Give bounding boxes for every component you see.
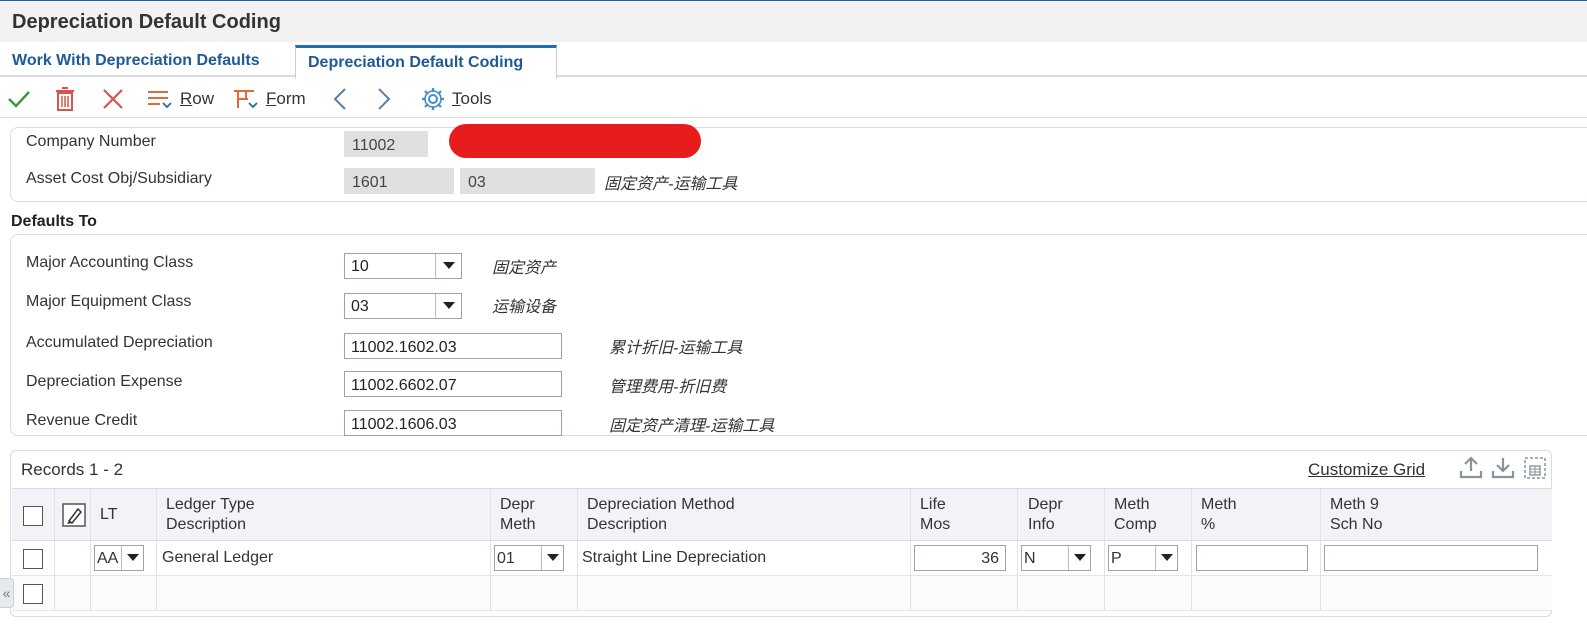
title-bar: Depreciation Default Coding xyxy=(0,0,1587,42)
form-menu-label: Form xyxy=(266,89,306,108)
checkmark-icon xyxy=(8,91,30,108)
dropdown-arrow-icon xyxy=(435,294,461,318)
lt-value: AA xyxy=(97,550,119,567)
depr-meth-dropdown[interactable]: 01 xyxy=(494,545,564,571)
defaults-to-heading: Defaults To xyxy=(11,213,97,230)
ledger-grid: LT Ledger Type Description Depr Meth Depre… xyxy=(12,488,1552,616)
asset-cost-label: Asset Cost Obj/Subsidiary xyxy=(26,170,212,187)
previous-button[interactable] xyxy=(330,85,350,113)
gear-icon xyxy=(422,88,444,110)
major-accounting-class-label: Major Accounting Class xyxy=(26,254,194,271)
records-count: Records 1 - 2 xyxy=(21,460,124,479)
major-equipment-class-label: Major Equipment Class xyxy=(26,293,192,310)
depreciation-method-description: Straight Line Depreciation xyxy=(582,549,767,566)
depreciation-expense-label: Depreciation Expense xyxy=(26,373,183,390)
dropdown-arrow-icon xyxy=(1155,546,1177,570)
major-equipment-class-description: 运输设备 xyxy=(492,299,557,316)
company-number-field: 11002 xyxy=(344,131,428,157)
grid-expand-icon xyxy=(1524,457,1546,479)
major-accounting-class-description: 固定资产 xyxy=(492,260,557,277)
depreciation-expense-description: 管理费用-折旧费 xyxy=(609,379,727,396)
accumulated-depreciation-description: 累计折旧-运输工具 xyxy=(609,340,743,357)
tools-menu-label: Tools xyxy=(452,89,492,108)
row-menu-icon xyxy=(148,91,172,109)
meth-comp-value: P xyxy=(1111,550,1122,567)
grid-view-button[interactable] xyxy=(1522,455,1548,486)
col-header-ledger-type-desc[interactable]: Ledger Type Description xyxy=(166,495,255,535)
double-chevron-left-icon: « xyxy=(2,585,11,601)
page-title: Depreciation Default Coding xyxy=(12,11,281,33)
col-header-life-mos[interactable]: Life Mos xyxy=(920,495,950,535)
grid-header-row: LT Ledger Type Description Depr Meth Depre… xyxy=(12,488,1552,541)
meth-comp-dropdown[interactable]: P xyxy=(1108,545,1178,571)
col-header-meth-pct[interactable]: Meth% xyxy=(1201,495,1237,535)
table-row[interactable]: AA General Ledger 01 Straight Line Depre… xyxy=(12,541,1552,576)
col-header-depr-meth[interactable]: Depr Meth xyxy=(500,495,536,535)
defaults-panel xyxy=(10,234,1587,436)
col-header-meth9-sch-no[interactable]: Meth 9 Sch No xyxy=(1330,495,1382,535)
lt-dropdown[interactable]: AA xyxy=(94,545,144,571)
accumulated-depreciation-input[interactable]: 11002.1602.03 xyxy=(344,333,562,359)
major-equipment-class-value: 03 xyxy=(351,298,369,315)
redaction-mark xyxy=(449,124,701,158)
row-menu-button[interactable]: Row xyxy=(146,85,214,113)
depr-info-dropdown[interactable]: N xyxy=(1021,545,1091,571)
life-months-input[interactable]: 36 xyxy=(914,545,1006,571)
asset-cost-object-field: 1601 xyxy=(344,168,454,194)
dropdown-arrow-icon xyxy=(121,546,143,570)
header-panel xyxy=(10,127,1587,202)
major-equipment-class-dropdown[interactable]: 03 xyxy=(344,293,462,319)
tools-menu-button[interactable]: Tools xyxy=(420,85,492,113)
ok-button[interactable] xyxy=(6,85,32,113)
major-accounting-class-dropdown[interactable]: 10 xyxy=(344,253,462,279)
depr-meth-value: 01 xyxy=(497,550,515,567)
cancel-button[interactable] xyxy=(100,85,126,113)
asset-cost-description: 固定资产-运输工具 xyxy=(604,176,738,193)
company-number-label: Company Number xyxy=(26,133,156,150)
trash-icon xyxy=(56,87,74,111)
tab-work-with-depreciation-defaults[interactable]: Work With Depreciation Defaults xyxy=(0,50,272,79)
major-accounting-class-value: 10 xyxy=(351,258,369,275)
tab-strip: Work With Depreciation Defaults Deprecia… xyxy=(0,42,1587,79)
table-row[interactable] xyxy=(12,576,1552,611)
row-select-checkbox[interactable] xyxy=(23,549,43,569)
row-menu-label: Row xyxy=(180,89,215,108)
revenue-credit-description: 固定资产清理-运输工具 xyxy=(609,418,775,435)
depr-info-value: N xyxy=(1024,550,1036,567)
form-menu-icon xyxy=(234,90,258,109)
dropdown-arrow-icon xyxy=(541,546,563,570)
asset-cost-subsidiary-field: 03 xyxy=(460,168,595,194)
dropdown-arrow-icon xyxy=(435,254,461,278)
select-all-checkbox[interactable] xyxy=(23,506,43,526)
accumulated-depreciation-label: Accumulated Depreciation xyxy=(26,334,213,351)
query-by-example-button[interactable] xyxy=(62,503,86,532)
delete-button[interactable] xyxy=(54,85,76,113)
col-header-depr-info[interactable]: Depr Info xyxy=(1028,495,1063,535)
chevron-left-icon xyxy=(333,88,346,110)
upload-icon xyxy=(1459,456,1483,479)
meth9-schedule-input[interactable] xyxy=(1324,545,1538,571)
export-button[interactable] xyxy=(1458,455,1484,486)
toolbar: Row Form Tools xyxy=(0,79,1587,118)
tab-depreciation-default-coding[interactable]: Depreciation Default Coding xyxy=(295,45,557,79)
col-header-lt[interactable]: LT xyxy=(100,505,117,525)
revenue-credit-input[interactable]: 11002.1606.03 xyxy=(344,410,562,436)
customize-grid-link[interactable]: Customize Grid xyxy=(1308,460,1425,480)
collapse-panel-button[interactable]: « xyxy=(0,578,14,608)
col-header-meth-comp[interactable]: Meth Comp xyxy=(1114,495,1157,535)
form-menu-button[interactable]: Form xyxy=(232,85,306,113)
chevron-right-icon xyxy=(378,88,391,110)
row-select-checkbox[interactable] xyxy=(23,584,43,604)
download-icon xyxy=(1491,458,1515,479)
ledger-type-description: General Ledger xyxy=(162,549,274,566)
close-icon xyxy=(103,89,123,109)
edit-filter-icon xyxy=(62,503,86,527)
meth-percent-input[interactable] xyxy=(1196,545,1308,571)
depreciation-expense-input[interactable]: 11002.6602.07 xyxy=(344,371,562,397)
dropdown-arrow-icon xyxy=(1068,546,1090,570)
revenue-credit-label: Revenue Credit xyxy=(26,412,138,429)
col-header-depr-method-desc[interactable]: Depreciation Method Description xyxy=(587,495,735,535)
import-button[interactable] xyxy=(1490,455,1516,486)
next-button[interactable] xyxy=(374,85,394,113)
